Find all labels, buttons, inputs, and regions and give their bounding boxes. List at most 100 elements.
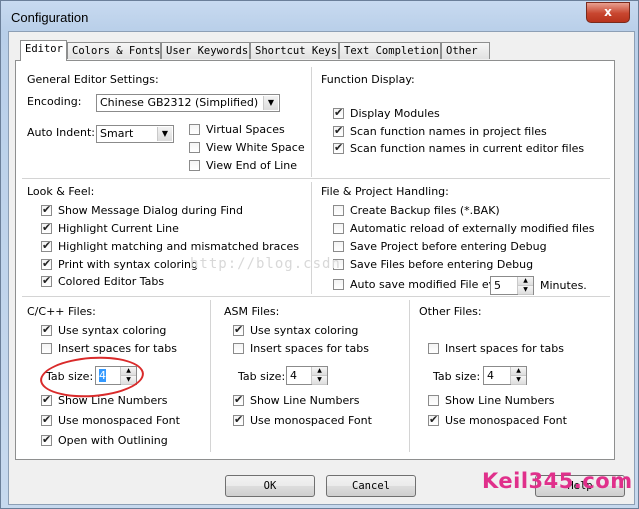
brand-watermark: Keil345.com xyxy=(482,469,633,493)
colored-tabs-checkbox[interactable]: Colored Editor Tabs xyxy=(41,274,165,289)
spin-down-icon[interactable]: ▼ xyxy=(511,376,526,385)
auto-indent-select[interactable]: Smart ▼ xyxy=(96,125,174,143)
checkbox-checked-icon xyxy=(41,221,52,234)
other-line-numbers-checkbox[interactable]: Show Line Numbers xyxy=(428,394,555,408)
divider xyxy=(311,67,313,177)
spinner-value: 4 xyxy=(487,369,494,382)
checkbox-checked-icon xyxy=(233,393,244,406)
checkbox-icon xyxy=(189,142,200,153)
checkbox-checked-icon xyxy=(333,141,344,154)
other-tab-size-spinner[interactable]: 4 ▲ ▼ xyxy=(483,366,527,385)
scan-editor-checkbox[interactable]: Scan function names in current editor fi… xyxy=(333,141,584,156)
checkbox-checked-icon xyxy=(41,413,52,426)
checkbox-label: Use syntax coloring xyxy=(58,324,167,337)
close-button[interactable]: x xyxy=(586,2,630,23)
ok-button[interactable]: OK xyxy=(225,475,315,497)
checkbox-label: Colored Editor Tabs xyxy=(58,275,165,288)
auto-reload-checkbox[interactable]: Automatic reload of externally modified … xyxy=(333,222,595,236)
checkbox-icon xyxy=(189,160,200,171)
checkbox-label: Use monospaced Font xyxy=(445,414,567,427)
checkbox-label: Show Line Numbers xyxy=(445,394,555,407)
c-line-numbers-checkbox[interactable]: Show Line Numbers xyxy=(41,393,168,408)
save-project-checkbox[interactable]: Save Project before entering Debug xyxy=(333,240,547,254)
checkbox-checked-icon xyxy=(41,274,52,287)
other-monospaced-checkbox[interactable]: Use monospaced Font xyxy=(428,413,567,428)
checkbox-icon xyxy=(333,241,344,252)
other-files-heading: Other Files: xyxy=(419,305,482,318)
checkbox-label: Insert spaces for tabs xyxy=(250,342,369,355)
asm-tab-size-spinner[interactable]: 4 ▲ ▼ xyxy=(286,366,328,385)
asm-monospaced-checkbox[interactable]: Use monospaced Font xyxy=(233,413,372,428)
asm-line-numbers-checkbox[interactable]: Show Line Numbers xyxy=(233,393,360,408)
view-end-of-line-checkbox[interactable]: View End of Line xyxy=(189,159,297,173)
tab-text-completion[interactable]: Text Completion xyxy=(339,42,441,59)
asm-files-heading: ASM Files: xyxy=(224,305,280,318)
checkbox-label: Use monospaced Font xyxy=(58,414,180,427)
auto-indent-label: Auto Indent: xyxy=(27,126,95,139)
spin-up-icon[interactable]: ▲ xyxy=(312,367,327,376)
checkbox-label: Save Project before entering Debug xyxy=(350,240,547,253)
checkbox-label: Highlight Current Line xyxy=(58,222,179,235)
checkbox-label: Open with Outlining xyxy=(58,434,168,447)
divider xyxy=(311,182,313,294)
cancel-button[interactable]: Cancel xyxy=(326,475,416,497)
view-white-space-checkbox[interactable]: View White Space xyxy=(189,141,305,155)
c-syntax-coloring-checkbox[interactable]: Use syntax coloring xyxy=(41,323,167,338)
chevron-down-icon[interactable]: ▼ xyxy=(157,127,172,141)
auto-save-checkbox[interactable]: Auto save modified File every xyxy=(333,278,513,292)
c-insert-spaces-checkbox[interactable]: Insert spaces for tabs xyxy=(41,342,177,356)
display-modules-checkbox[interactable]: Display Modules xyxy=(333,106,440,121)
tab-user-keywords[interactable]: User Keywords xyxy=(161,42,250,59)
checkbox-label: View White Space xyxy=(206,141,305,154)
other-insert-spaces-checkbox[interactable]: Insert spaces for tabs xyxy=(428,342,564,356)
checkbox-checked-icon xyxy=(41,323,52,336)
checkbox-label: Save Files before entering Debug xyxy=(350,258,534,271)
create-backup-checkbox[interactable]: Create Backup files (*.BAK) xyxy=(333,204,500,218)
function-display-heading: Function Display: xyxy=(321,73,415,86)
tab-other[interactable]: Other xyxy=(441,42,490,59)
checkbox-label: View End of Line xyxy=(206,159,298,172)
spin-up-icon[interactable]: ▲ xyxy=(511,367,526,376)
checkbox-label: Print with syntax coloring xyxy=(58,258,199,271)
scan-project-checkbox[interactable]: Scan function names in project files xyxy=(333,124,547,139)
checkbox-checked-icon xyxy=(333,106,344,119)
checkbox-label: Insert spaces for tabs xyxy=(58,342,177,355)
checkbox-label: Use monospaced Font xyxy=(250,414,372,427)
c-monospaced-checkbox[interactable]: Use monospaced Font xyxy=(41,413,180,428)
window-title: Configuration xyxy=(11,10,89,25)
checkbox-icon xyxy=(428,395,439,406)
checkbox-checked-icon xyxy=(428,413,439,426)
tab-colors-fonts[interactable]: Colors & Fonts xyxy=(67,42,161,59)
asm-syntax-coloring-checkbox[interactable]: Use syntax coloring xyxy=(233,323,358,338)
checkbox-checked-icon xyxy=(333,124,344,137)
spin-down-icon[interactable]: ▼ xyxy=(312,376,327,385)
virtual-spaces-checkbox[interactable]: Virtual Spaces xyxy=(189,123,285,137)
checkbox-icon xyxy=(333,279,344,290)
checkbox-label: Display Modules xyxy=(350,107,440,120)
file-project-heading: File & Project Handling: xyxy=(321,185,449,198)
tab-shortcut-keys[interactable]: Shortcut Keys xyxy=(250,42,339,59)
asm-insert-spaces-checkbox[interactable]: Insert spaces for tabs xyxy=(233,342,369,356)
c-outlining-checkbox[interactable]: Open with Outlining xyxy=(41,433,168,448)
checkbox-label: Scan function names in project files xyxy=(350,125,547,138)
encoding-select[interactable]: Chinese GB2312 (Simplified) ▼ xyxy=(96,94,280,112)
divider xyxy=(22,178,610,180)
checkbox-icon xyxy=(428,343,439,354)
highlight-braces-checkbox[interactable]: Highlight matching and mismatched braces xyxy=(41,239,299,254)
spin-up-icon[interactable]: ▲ xyxy=(518,277,533,286)
save-files-checkbox[interactable]: Save Files before entering Debug xyxy=(333,258,533,272)
encoding-label: Encoding: xyxy=(27,95,82,108)
auto-save-interval-spinner[interactable]: 5 ▲ ▼ xyxy=(490,276,534,295)
asm-tab-size-label: Tab size: xyxy=(238,370,286,383)
show-message-dialog-checkbox[interactable]: Show Message Dialog during Find xyxy=(41,203,243,218)
c-files-heading: C/C++ Files: xyxy=(27,305,96,318)
tab-editor[interactable]: Editor xyxy=(20,40,67,61)
highlight-line-checkbox[interactable]: Highlight Current Line xyxy=(41,221,179,236)
chevron-down-icon[interactable]: ▼ xyxy=(263,96,278,110)
print-syntax-checkbox[interactable]: Print with syntax coloring xyxy=(41,257,199,272)
divider xyxy=(22,296,610,298)
encoding-value: Chinese GB2312 (Simplified) xyxy=(100,96,259,109)
spin-down-icon[interactable]: ▼ xyxy=(518,286,533,295)
checkbox-checked-icon xyxy=(41,257,52,270)
minutes-label: Minutes. xyxy=(540,279,587,292)
